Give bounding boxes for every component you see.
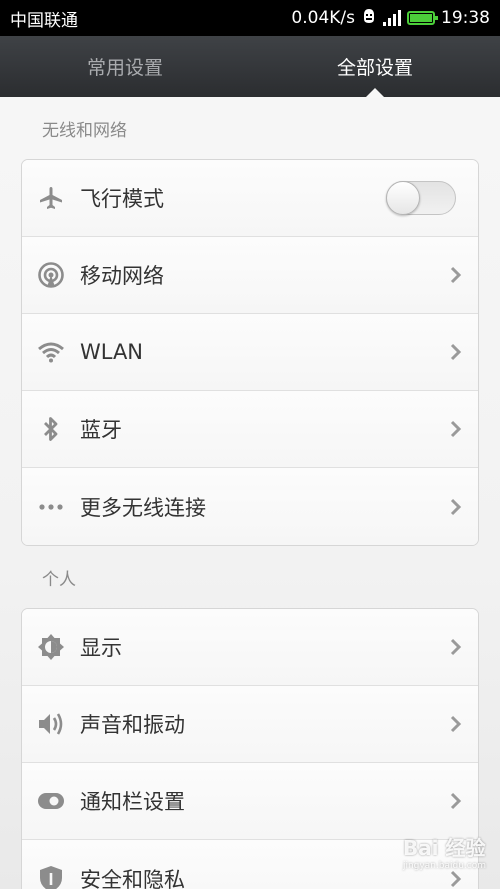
row-wlan[interactable]: WLAN: [22, 314, 478, 391]
notification-toggle-icon: [22, 792, 80, 810]
chevron-right-icon: [434, 638, 478, 656]
carrier-name: 中国联通: [10, 10, 78, 31]
mobile-network-icon: [22, 261, 80, 289]
chevron-right-icon: [434, 870, 478, 888]
row-notification-bar[interactable]: 通知栏设置: [22, 763, 478, 840]
watermark-brand: Bai 经验: [402, 836, 486, 860]
row-mobile-network[interactable]: 移动网络: [22, 237, 478, 314]
usb-debug-icon: [361, 7, 377, 30]
row-more-wireless[interactable]: 更多无线连接: [22, 468, 478, 545]
chevron-right-icon: [434, 715, 478, 733]
battery-icon: [407, 11, 438, 25]
signal-icon: [383, 10, 401, 26]
chevron-right-icon: [434, 792, 478, 810]
chevron-right-icon: [434, 498, 478, 516]
watermark-url: jingyan.baidu.com: [402, 861, 486, 871]
status-right: 0.04K/s 19:38: [291, 7, 490, 30]
section-header-wireless: 无线和网络: [42, 120, 127, 141]
shield-icon: [22, 865, 80, 889]
toggle-knob: [386, 181, 420, 215]
section-header-personal: 个人: [42, 569, 76, 590]
chevron-right-icon: [434, 343, 478, 361]
settings-tab-bar: 常用设置 全部设置: [0, 36, 500, 98]
brightness-icon: [22, 633, 80, 661]
row-label: 声音和振动: [80, 713, 185, 737]
row-bluetooth[interactable]: 蓝牙: [22, 391, 478, 468]
airplane-mode-toggle[interactable]: [386, 181, 456, 215]
tab-all-settings[interactable]: 全部设置: [250, 36, 500, 98]
row-label: 蓝牙: [80, 418, 122, 442]
tab-common-settings[interactable]: 常用设置: [0, 36, 250, 97]
row-display[interactable]: 显示: [22, 609, 478, 686]
wireless-group: 飞行模式 移动网络 WLAN 蓝牙 更多无线连接: [21, 159, 479, 546]
row-label: WLAN: [80, 340, 144, 364]
row-label: 更多无线连接: [80, 495, 206, 520]
row-label: 飞行模式: [80, 187, 164, 211]
row-sound-vibration[interactable]: 声音和振动: [22, 686, 478, 763]
network-speed: 0.04K/s: [291, 8, 355, 28]
clock: 19:38: [441, 8, 490, 28]
settings-list[interactable]: 无线和网络 飞行模式 移动网络 WLAN 蓝牙 更多无线连接 个人 显示 声音和…: [0, 97, 500, 889]
bluetooth-icon: [22, 415, 80, 443]
speaker-icon: [22, 711, 80, 737]
row-airplane-mode[interactable]: 飞行模式: [22, 160, 478, 237]
row-label: 显示: [80, 636, 122, 660]
status-bar: 中国联通 0.04K/s 19:38: [0, 0, 500, 36]
wifi-icon: [22, 341, 80, 363]
airplane-icon: [22, 185, 80, 211]
row-label: 通知栏设置: [80, 790, 185, 814]
chevron-right-icon: [434, 266, 478, 284]
chevron-right-icon: [434, 420, 478, 438]
baidu-jingyan-watermark: Bai 经验 jingyan.baidu.com: [403, 832, 486, 871]
row-label: 移动网络: [80, 264, 164, 288]
row-label: 安全和隐私: [80, 867, 185, 889]
more-dots-icon: [22, 503, 80, 511]
